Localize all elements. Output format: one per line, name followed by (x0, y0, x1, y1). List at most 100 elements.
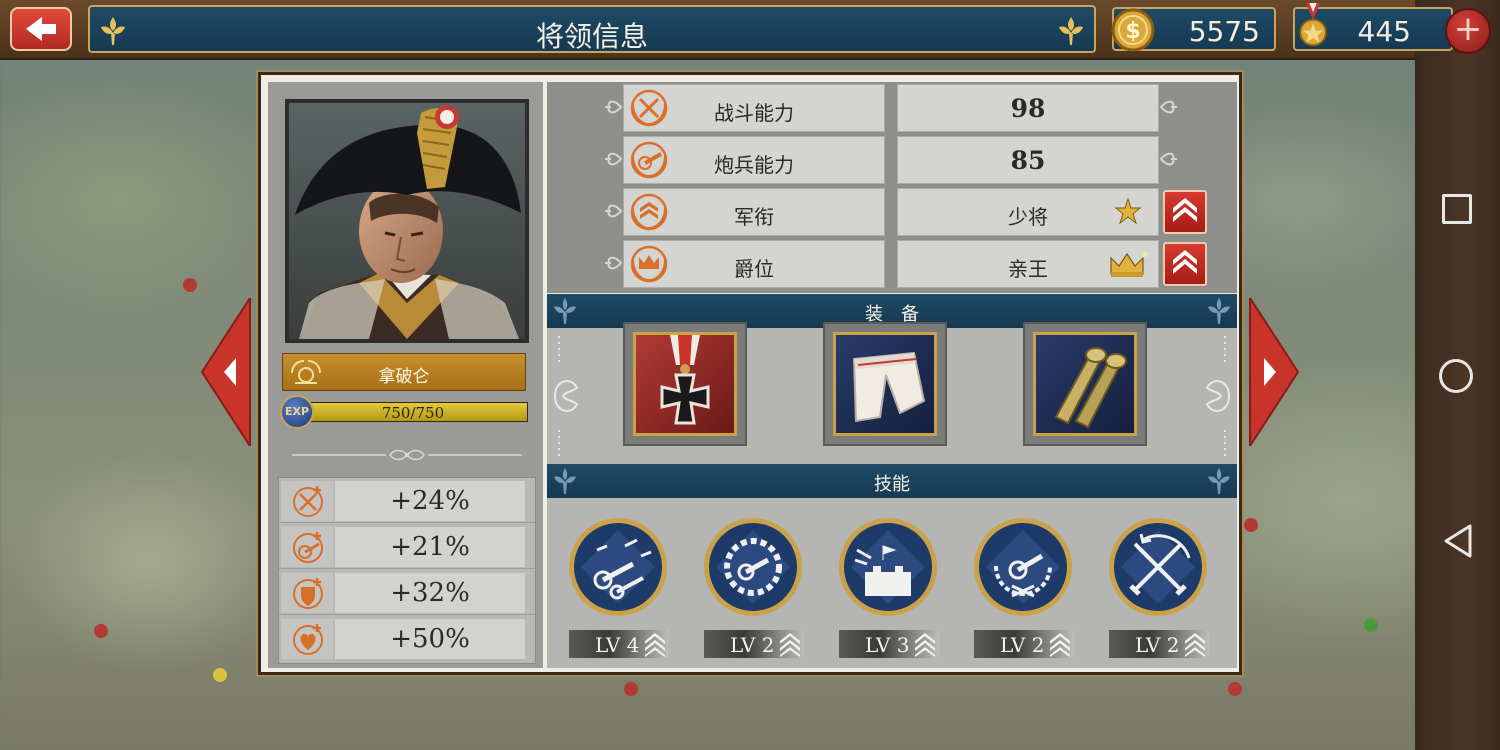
skill-level-badge: LV 4 (569, 630, 669, 658)
skill-level: LV 4 (595, 633, 640, 657)
equipment-slot-1[interactable] (623, 322, 747, 446)
bonus-row: +32% (279, 570, 535, 615)
epaulettes-icon (1054, 347, 1127, 429)
ornament-icon (605, 100, 623, 114)
rank-chevron-icon (630, 193, 668, 231)
ornament-icon (605, 204, 623, 218)
swords-plus-icon (293, 486, 323, 517)
ornament-icon (1205, 336, 1231, 456)
bonus-icon-cell (281, 573, 333, 613)
home-button[interactable] (1439, 359, 1473, 393)
recent-apps-button[interactable] (1442, 194, 1472, 224)
cannon-plus-icon (293, 532, 323, 563)
bonus-row: +21% (279, 524, 535, 569)
map-marker (94, 624, 108, 638)
fleur-de-lis-icon (1208, 468, 1230, 494)
level-up-chevrons-icon (645, 633, 665, 657)
bonus-icon-cell (281, 619, 333, 659)
crossed-swords-icon (630, 89, 668, 127)
previous-general-arrow[interactable] (200, 298, 252, 446)
shield-plus-icon (293, 578, 323, 609)
bonus-value: +32% (335, 573, 525, 613)
ornamental-divider (292, 449, 522, 461)
promote-title-button[interactable] (1163, 242, 1207, 286)
bonus-icon-cell (281, 527, 333, 567)
crossed-swords-skill-icon[interactable] (1107, 516, 1209, 618)
stat-value: 98 (1010, 94, 1046, 123)
medal-icon (1299, 3, 1327, 47)
gold-coin-icon: $ (1111, 8, 1155, 52)
general-name: 拿破仑 (378, 367, 430, 387)
skill-level-badge: LV 2 (974, 630, 1074, 658)
general-name-plate: 拿破仑 (282, 353, 526, 391)
equipment-frame (1033, 332, 1137, 436)
napoleon-portrait-image (289, 103, 525, 339)
skills-header: 技能 (547, 464, 1237, 498)
level-up-chevrons-icon (1050, 633, 1070, 657)
equipment-area (547, 322, 1237, 464)
gold-amount: 5575 (1188, 15, 1260, 48)
map-marker (1244, 518, 1258, 532)
fleur-de-lis-icon (1059, 17, 1083, 45)
skill-level: LV 3 (865, 633, 910, 657)
bonus-value: +24% (335, 481, 525, 521)
crown-icon (1110, 250, 1149, 277)
map-marker (1228, 682, 1242, 696)
bonus-icon-cell (281, 481, 333, 521)
stat-row-rank: 军衔 少将 (547, 186, 1237, 238)
stat-row-artillery: 炮兵能力 85 (547, 134, 1237, 186)
skill-level-badge: LV 2 (1109, 630, 1209, 658)
general-details-column: 战斗能力 98 炮兵能力 85 军衔 少将 爵位 亲王 装 备 技能 LV 4 … (547, 82, 1237, 668)
stat-row-title: 爵位 亲王 (547, 238, 1237, 290)
skills-area: LV 4 LV 2 LV 3 LV 2 LV 2 (547, 498, 1237, 668)
cannon-gear-skill-icon[interactable] (702, 516, 804, 618)
gold-counter: $ 5575 (1111, 7, 1276, 52)
stats-area: 战斗能力 98 炮兵能力 85 军衔 少将 爵位 亲王 (547, 82, 1237, 293)
next-general-arrow[interactable] (1248, 298, 1300, 446)
medal-counter: 445 (1293, 3, 1453, 51)
artillery-barrage-skill-icon[interactable] (567, 516, 669, 618)
equipment-frame (633, 332, 737, 436)
fortress-attack-skill-icon[interactable] (837, 516, 939, 618)
level-up-chevrons-icon (915, 633, 935, 657)
equipment-slot-2[interactable] (823, 322, 947, 446)
general-info-panel: 拿破仑 750/750 EXP +24% +21% +32% +50% 战斗能力… (258, 72, 1242, 675)
promote-rank-button[interactable] (1163, 190, 1207, 234)
map-marker (183, 278, 197, 292)
stat-value-box: 85 (897, 136, 1159, 184)
ornament-icon (553, 336, 579, 456)
page-title: 将领信息 (535, 20, 648, 53)
back-arrow-icon (26, 17, 56, 41)
back-nav-button[interactable] (1442, 523, 1474, 559)
map-marker (1364, 618, 1378, 632)
bonus-row: +24% (279, 478, 535, 523)
medal-amount: 445 (1357, 15, 1411, 48)
title-bar: 将领信息 (88, 5, 1096, 53)
skill-level-badge: LV 3 (839, 630, 939, 658)
bonus-row: +50% (279, 616, 535, 661)
general-portrait (285, 99, 529, 343)
skill-level: LV 2 (1000, 633, 1045, 657)
svg-text:$: $ (1125, 19, 1140, 44)
level-up-chevrons-icon (1185, 633, 1205, 657)
level-up-chevrons-icon (780, 633, 800, 657)
fleur-de-lis-icon (1208, 298, 1230, 324)
skill-level-badge: LV 2 (704, 630, 804, 658)
chevron-up-icon (1173, 198, 1197, 222)
map-marker (624, 682, 638, 696)
stat-row-combat: 战斗能力 98 (547, 82, 1237, 134)
equipment-frame (833, 332, 937, 436)
bonus-value: +50% (335, 619, 525, 659)
laurel-cannon-skill-icon[interactable] (972, 516, 1074, 618)
ornament-icon (1159, 100, 1177, 114)
android-navigation-bar (1415, 0, 1500, 750)
equipment-slot-3[interactable] (1023, 322, 1147, 446)
skill-level: LV 2 (1135, 633, 1180, 657)
general-profile-column: 拿破仑 750/750 EXP +24% +21% +32% +50% (268, 82, 543, 668)
bonus-table: +24% +21% +32% +50% (278, 477, 536, 664)
cannon-icon (630, 141, 668, 179)
add-currency-button[interactable]: + (1445, 8, 1491, 54)
ornament-icon (1159, 152, 1177, 166)
back-button[interactable] (10, 7, 72, 51)
chevron-up-icon (1173, 250, 1197, 274)
